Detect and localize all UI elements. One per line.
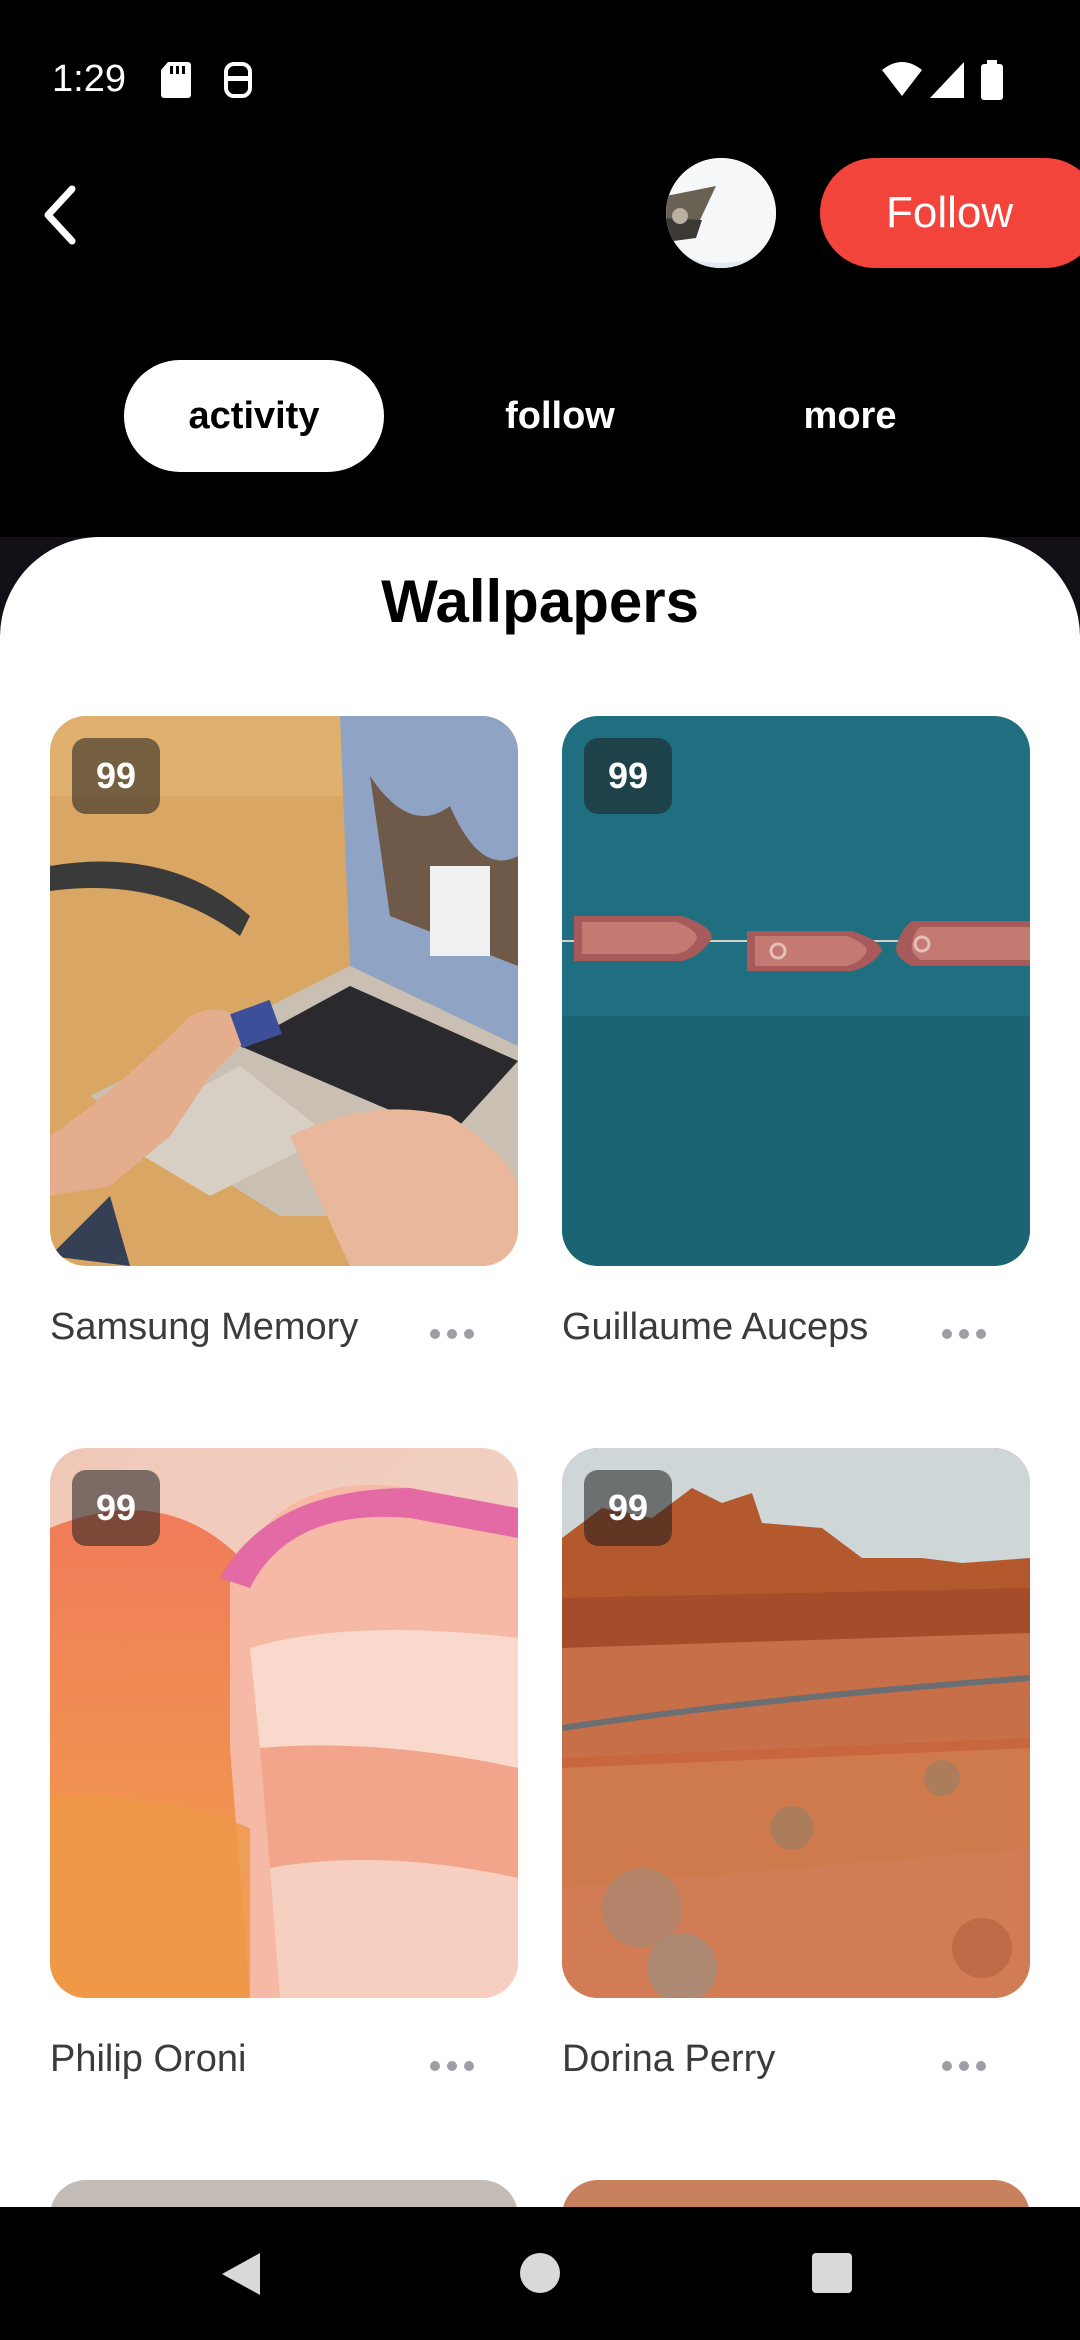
count-badge: 99 [584,1470,672,1546]
wallpaper-thumbnail[interactable]: 99 [562,1448,1030,1998]
keyboard-icon [224,62,252,98]
count-badge: 99 [72,1470,160,1546]
recents-square-icon[interactable] [810,2251,854,2295]
wifi-icon [882,62,922,96]
tab-activity[interactable]: activity [124,360,384,472]
tab-bar: activity follow more [0,360,1080,472]
wallpaper-thumbnail[interactable]: 99 [50,1448,518,1998]
card-author-name: Philip Oroni [50,2038,247,2080]
avatar-image [666,158,776,268]
count-badge: 99 [584,738,672,814]
wallpaper-thumbnail[interactable]: 99 [50,716,518,1266]
more-options-icon[interactable] [942,1326,990,1342]
follow-button[interactable]: Follow [820,158,1080,268]
back-button[interactable] [30,175,100,255]
system-nav-bar [0,2207,1080,2340]
more-options-icon[interactable] [942,2058,990,2074]
home-circle-icon[interactable] [518,2251,562,2295]
back-triangle-icon[interactable] [218,2251,264,2297]
profile-avatar[interactable] [666,158,776,268]
section-title: Wallpapers [381,568,699,635]
card-author-name: Samsung Memory [50,1306,359,1348]
count-badge: 99 [72,738,160,814]
wallpaper-thumbnail[interactable]: 99 [562,716,1030,1266]
tab-follow[interactable]: follow [430,360,690,472]
sd-card-icon [161,62,191,98]
battery-icon [981,60,1003,100]
signal-icon [930,62,964,98]
status-time: 1:29 [52,58,126,100]
status-bar: 1:29 [0,0,1080,160]
card-author-name: Dorina Perry [562,2038,776,2080]
tab-more[interactable]: more [720,360,980,472]
wallpapers-sheet: Wallpapers 99 Samsung Memory 99 Guillaum… [0,537,1080,2207]
more-options-icon[interactable] [430,1326,478,1342]
chevron-left-icon [44,185,76,245]
more-options-icon[interactable] [430,2058,478,2074]
card-author-name: Guillaume Auceps [562,1306,869,1348]
